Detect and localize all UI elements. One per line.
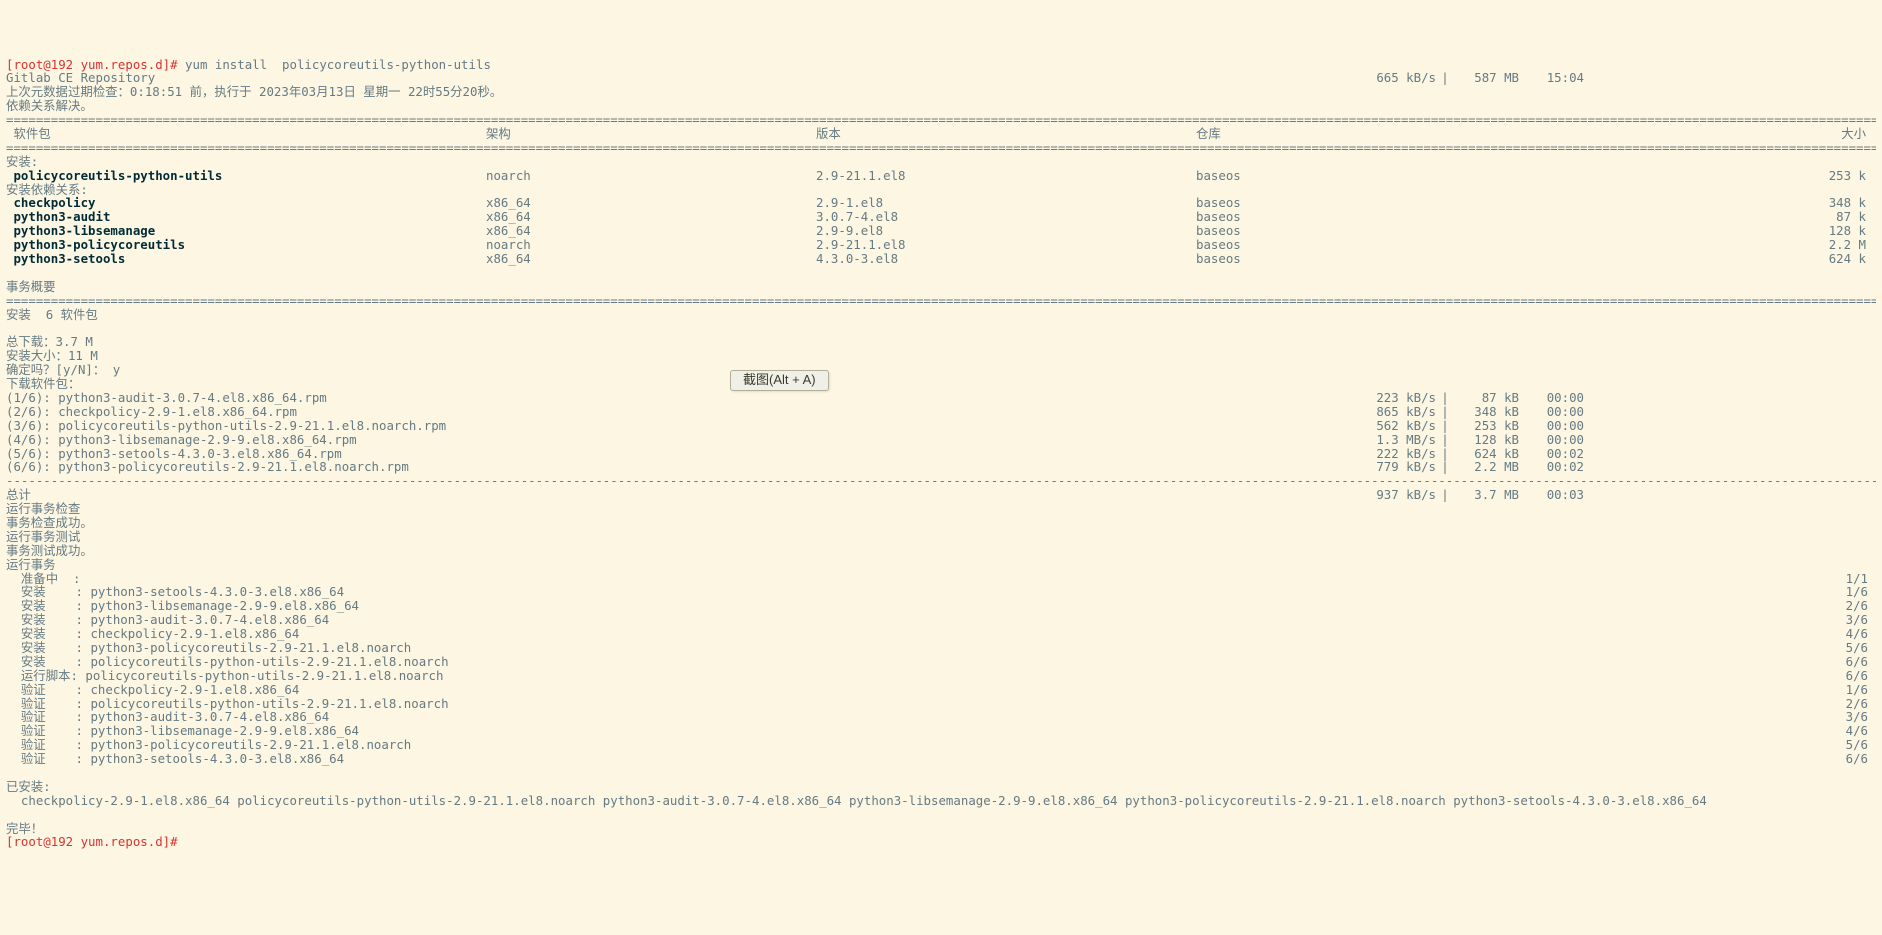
package-row: python3-policycoreutilsnoarch2.9-21.1.el… [6, 238, 1876, 252]
transaction-row: 安装 : policycoreutils-python-utils-2.9-21… [6, 655, 1876, 669]
download-row: (5/6): python3-setools-4.3.0-3.el8.x86_6… [6, 447, 1876, 461]
package-row: python3-libsemanagex86_642.9-9.el8baseos… [6, 224, 1876, 238]
transaction-row: 安装 : checkpolicy-2.9-1.el8.x86_644/6 [6, 627, 1876, 641]
separator-dash: ----------------------------------------… [6, 474, 1876, 488]
shell-prompt[interactable]: [root@192 yum.repos.d]# [6, 834, 185, 849]
package-row: policycoreutils-python-utilsnoarch2.9-21… [6, 169, 1876, 183]
transaction-row: 安装 : python3-audit-3.0.7-4.el8.x86_643/6 [6, 613, 1876, 627]
terminal-output: [root@192 yum.repos.d]# yum install poli… [6, 58, 1876, 850]
download-total-row: 总计937 kB/s|3.7 MB00:03 [6, 488, 1876, 502]
screenshot-tooltip: 截图(Alt + A) [730, 370, 829, 391]
package-row: python3-auditx86_643.0.7-4.el8baseos87 k [6, 210, 1876, 224]
shell-prompt: [root@192 yum.repos.d]# [6, 57, 185, 72]
transaction-row: 验证 : python3-policycoreutils-2.9-21.1.el… [6, 738, 1876, 752]
download-row: (4/6): python3-libsemanage-2.9-9.el8.x86… [6, 433, 1876, 447]
separator-line: ========================================… [6, 294, 1876, 308]
shell-command[interactable]: yum install policycoreutils-python-utils [185, 57, 491, 72]
transaction-row: 验证 : policycoreutils-python-utils-2.9-21… [6, 697, 1876, 711]
package-row: python3-setoolsx86_644.3.0-3.el8baseos62… [6, 252, 1876, 266]
separator-line: ========================================… [6, 141, 1876, 155]
download-row: (2/6): checkpolicy-2.9-1.el8.x86_64.rpm8… [6, 405, 1876, 419]
transaction-row: 安装 : python3-setools-4.3.0-3.el8.x86_641… [6, 585, 1876, 599]
download-row: (1/6): python3-audit-3.0.7-4.el8.x86_64.… [6, 391, 1876, 405]
transaction-row: 运行脚本: policycoreutils-python-utils-2.9-2… [6, 669, 1876, 683]
transaction-row: 验证 : python3-libsemanage-2.9-9.el8.x86_6… [6, 724, 1876, 738]
transaction-row: 准备中 :1/1 [6, 572, 1876, 586]
separator-line: ========================================… [6, 113, 1876, 127]
package-table-header: 软件包架构版本仓库大小 [6, 127, 1876, 141]
transaction-row: 验证 : python3-audit-3.0.7-4.el8.x86_643/6 [6, 710, 1876, 724]
download-row: (3/6): policycoreutils-python-utils-2.9-… [6, 419, 1876, 433]
transaction-row: 安装 : python3-libsemanage-2.9-9.el8.x86_6… [6, 599, 1876, 613]
package-row: checkpolicyx86_642.9-1.el8baseos348 k [6, 196, 1876, 210]
transaction-row: 验证 : checkpolicy-2.9-1.el8.x86_641/6 [6, 683, 1876, 697]
transaction-row: 安装 : python3-policycoreutils-2.9-21.1.el… [6, 641, 1876, 655]
transaction-row: 验证 : python3-setools-4.3.0-3.el8.x86_646… [6, 752, 1876, 766]
repo-progress-line: Gitlab CE Repository665 kB/s|587 MB15:04 [6, 71, 1876, 85]
download-row: (6/6): python3-policycoreutils-2.9-21.1.… [6, 460, 1876, 474]
